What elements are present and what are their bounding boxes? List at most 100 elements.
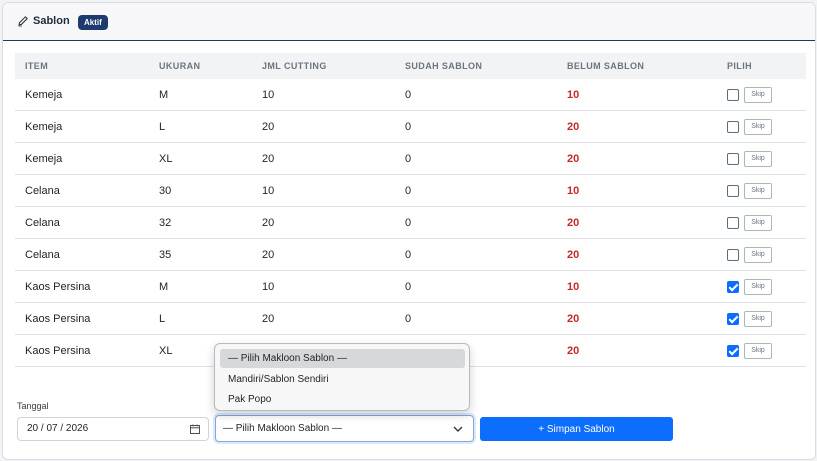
cell-jml-cutting: 10	[252, 174, 395, 207]
simpan-sablon-button[interactable]: + Simpan Sablon	[480, 417, 673, 441]
cell-ukuran: L	[149, 302, 252, 335]
cell-pilih: Skip	[717, 174, 806, 207]
cell-item: Celana	[15, 206, 149, 239]
cell-pilih: Skip	[717, 238, 806, 271]
col-ukuran: UKURAN	[149, 53, 252, 79]
calendar-icon[interactable]	[190, 424, 200, 434]
dropdown-option[interactable]: Mandiri/Sablon Sendiri	[220, 370, 465, 389]
cell-jml-cutting: 20	[252, 238, 395, 271]
cell-sudah-sablon: 0	[395, 302, 557, 335]
cell-jml-cutting: 20	[252, 206, 395, 239]
cell-jml-cutting: 20	[252, 110, 395, 143]
cell-item: Kemeja	[15, 110, 149, 143]
cell-belum-sablon: 20	[557, 206, 717, 239]
skip-button[interactable]: Skip	[744, 278, 772, 295]
cell-pilih: Skip	[717, 79, 806, 111]
col-pilih: PILIH	[717, 53, 806, 79]
skip-button[interactable]: Skip	[744, 342, 772, 359]
cell-pilih: Skip	[717, 334, 806, 367]
skip-button[interactable]: Skip	[744, 246, 772, 263]
card-title: Sablon	[33, 15, 70, 27]
cell-jml-cutting: 20	[252, 302, 395, 335]
cell-item: Celana	[15, 174, 149, 207]
cell-jml-cutting: 20	[252, 142, 395, 175]
pilih-checkbox[interactable]	[727, 88, 739, 101]
status-badge: Aktif	[78, 15, 108, 30]
table-row: Kemeja XL 20 0 20 Skip	[15, 142, 806, 175]
skip-button[interactable]: Skip	[744, 214, 772, 231]
skip-button[interactable]: Skip	[744, 118, 772, 135]
pilih-checkbox[interactable]	[727, 184, 739, 197]
cell-belum-sablon: 20	[557, 302, 717, 335]
dropdown-option[interactable]: Pak Popo	[220, 390, 465, 409]
table-row: Celana 30 10 0 10 Skip	[15, 174, 806, 207]
cell-item: Kaos Persina	[15, 302, 149, 335]
table-row: Kemeja M 10 0 10 Skip	[15, 79, 806, 111]
cell-belum-sablon: 20	[557, 334, 717, 367]
cell-ukuran: 30	[149, 174, 252, 207]
tanggal-value: 20 / 07 / 2026	[27, 423, 89, 434]
cell-belum-sablon: 10	[557, 270, 717, 303]
col-item: ITEM	[15, 53, 149, 79]
skip-button[interactable]: Skip	[744, 182, 772, 199]
tanggal-input[interactable]: 20 / 07 / 2026	[17, 417, 209, 441]
sablon-table: ITEM UKURAN JML CUTTING SUDAH SABLON BEL…	[15, 53, 806, 367]
pilih-checkbox[interactable]	[727, 280, 739, 293]
cell-pilih: Skip	[717, 206, 806, 239]
cell-belum-sablon: 20	[557, 142, 717, 175]
pilih-checkbox[interactable]	[727, 152, 739, 165]
cell-pilih: Skip	[717, 110, 806, 143]
chevron-down-icon	[453, 426, 463, 432]
makloon-dropdown-menu: — Pilih Makloon Sablon — Mandiri/Sablon …	[214, 343, 470, 411]
pencil-icon	[18, 16, 28, 27]
cell-sudah-sablon: 0	[395, 174, 557, 207]
pilih-checkbox[interactable]	[727, 120, 739, 133]
cell-item: Celana	[15, 238, 149, 271]
makloon-select[interactable]: — Pilih Makloon Sablon —	[215, 415, 474, 442]
makloon-selected-value: — Pilih Makloon Sablon —	[223, 423, 342, 434]
cell-ukuran: XL	[149, 142, 252, 175]
cell-ukuran: M	[149, 79, 252, 111]
cell-belum-sablon: 20	[557, 110, 717, 143]
skip-button[interactable]: Skip	[744, 150, 772, 167]
cell-sudah-sablon: 0	[395, 142, 557, 175]
cell-item: Kemeja	[15, 79, 149, 111]
tanggal-label: Tanggal	[17, 401, 49, 411]
pilih-checkbox[interactable]	[727, 216, 739, 229]
table-row: Kaos Persina M 10 0 10 Skip	[15, 270, 806, 303]
cell-sudah-sablon: 0	[395, 270, 557, 303]
cell-sudah-sablon: 0	[395, 238, 557, 271]
table-header-row: ITEM UKURAN JML CUTTING SUDAH SABLON BEL…	[15, 53, 806, 79]
cell-jml-cutting: 10	[252, 79, 395, 111]
cell-sudah-sablon: 0	[395, 110, 557, 143]
col-sudah-sablon: SUDAH SABLON	[395, 53, 557, 79]
dropdown-option[interactable]: — Pilih Makloon Sablon —	[220, 349, 465, 368]
cell-ukuran: 35	[149, 238, 252, 271]
pilih-checkbox[interactable]	[727, 248, 739, 261]
pilih-checkbox[interactable]	[727, 312, 739, 325]
table-row: Kaos Persina L 20 0 20 Skip	[15, 302, 806, 335]
cell-ukuran: M	[149, 270, 252, 303]
table-row: Celana 32 20 0 20 Skip	[15, 206, 806, 239]
cell-ukuran: L	[149, 110, 252, 143]
card-header: Sablon Aktif	[3, 3, 815, 41]
cell-ukuran: 32	[149, 206, 252, 239]
skip-button[interactable]: Skip	[744, 310, 772, 327]
col-belum-sablon: BELUM SABLON	[557, 53, 717, 79]
cell-pilih: Skip	[717, 302, 806, 335]
col-jml-cutting: JML CUTTING	[252, 53, 395, 79]
cell-belum-sablon: 10	[557, 174, 717, 207]
cell-item: Kemeja	[15, 142, 149, 175]
pilih-checkbox[interactable]	[727, 344, 739, 357]
skip-button[interactable]: Skip	[744, 86, 772, 103]
cell-pilih: Skip	[717, 142, 806, 175]
cell-sudah-sablon: 0	[395, 206, 557, 239]
cell-belum-sablon: 10	[557, 79, 717, 111]
cell-item: Kaos Persina	[15, 334, 149, 367]
cell-belum-sablon: 20	[557, 238, 717, 271]
cell-item: Kaos Persina	[15, 270, 149, 303]
cell-jml-cutting: 10	[252, 270, 395, 303]
table-row: Celana 35 20 0 20 Skip	[15, 238, 806, 271]
cell-sudah-sablon: 0	[395, 79, 557, 111]
table-row: Kemeja L 20 0 20 Skip	[15, 110, 806, 143]
